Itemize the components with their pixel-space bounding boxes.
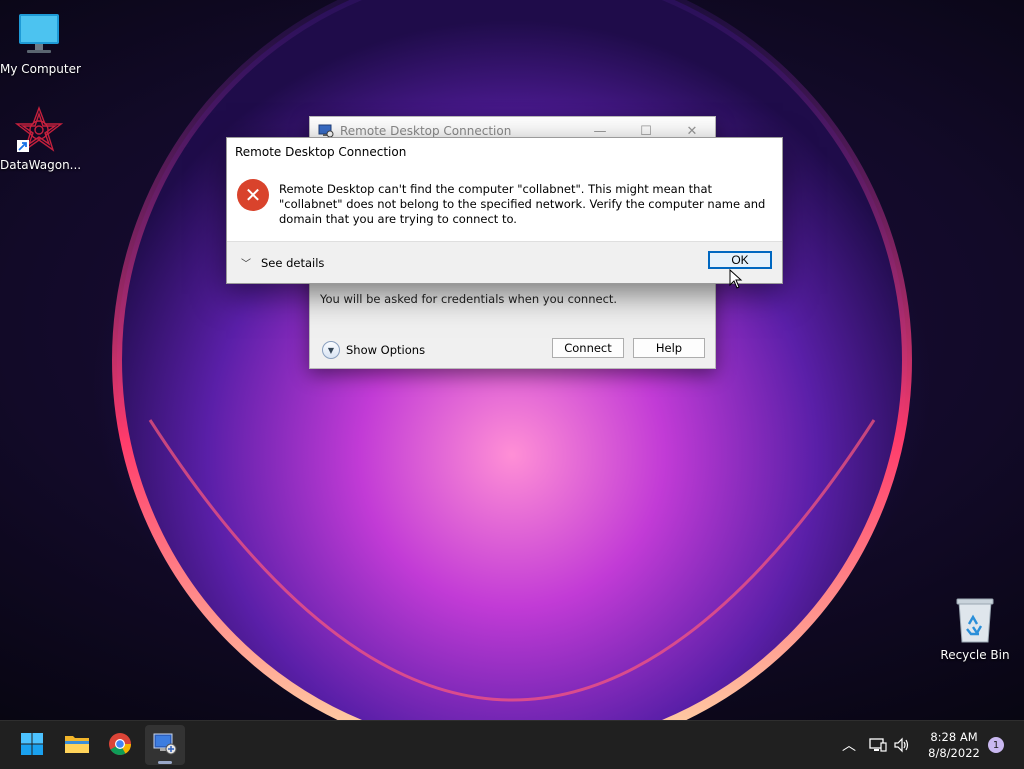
desktop-icon-datawagon[interactable]: DataWagon... [0, 106, 82, 172]
show-options-label: Show Options [346, 343, 426, 357]
help-button[interactable]: Help [633, 338, 705, 358]
error-dialog[interactable]: Remote Desktop Connection ✕ Remote Deskt… [226, 137, 783, 284]
chevron-down-icon: ﹀ [241, 259, 251, 270]
clock-time: 8:28 AM [930, 730, 978, 744]
chevron-down-icon: ▼ [322, 341, 340, 359]
desktop-icon-label: DataWagon... [0, 158, 82, 172]
datawagon-icon [14, 106, 64, 154]
window-title: Remote Desktop Connection [340, 124, 512, 138]
start-button[interactable] [12, 725, 52, 765]
show-options-toggle[interactable]: ▼ Show Options [322, 341, 425, 359]
taskbar-remote-desktop[interactable] [145, 725, 185, 765]
credentials-note: You will be asked for credentials when y… [320, 292, 618, 306]
network-icon[interactable] [869, 721, 887, 769]
recycle-bin-icon [951, 596, 999, 644]
taskbar: ︿ 8:28 AM 8/8/2022 1 [0, 720, 1024, 769]
ok-button[interactable]: OK [708, 251, 772, 269]
taskbar-chrome[interactable] [100, 725, 140, 765]
desktop-icon-my-computer[interactable]: My Computer [0, 10, 81, 76]
dialog-footer: ﹀ See details OK [227, 241, 782, 283]
active-app-indicator [158, 761, 172, 764]
connect-button[interactable]: Connect [552, 338, 624, 358]
desktop-icon-label: My Computer [0, 62, 81, 76]
desktop-icon-recycle-bin[interactable]: Recycle Bin [936, 596, 1014, 662]
error-icon: ✕ [237, 179, 269, 211]
remote-desktop-icon [152, 732, 178, 759]
desktop-icon-label: Recycle Bin [940, 648, 1010, 662]
remote-desktop-icon [318, 124, 334, 138]
folder-icon [64, 733, 90, 758]
chrome-icon [108, 732, 132, 759]
see-details-label: See details [261, 255, 325, 270]
show-hidden-icons-button[interactable]: ︿ [842, 721, 856, 769]
see-details-toggle[interactable]: ﹀ See details [241, 255, 325, 271]
dialog-title: Remote Desktop Connection [235, 145, 407, 159]
notification-badge[interactable]: 1 [988, 737, 1004, 753]
mouse-cursor-icon [729, 268, 743, 292]
clock-date: 8/8/2022 [928, 746, 980, 760]
volume-icon[interactable] [893, 721, 911, 769]
error-message: Remote Desktop can't find the computer "… [279, 182, 766, 226]
monitor-icon [15, 10, 63, 58]
taskbar-file-explorer[interactable] [57, 725, 97, 765]
windows-start-icon [20, 732, 44, 759]
chevron-up-icon: ︿ [842, 738, 856, 754]
taskbar-clock[interactable]: 8:28 AM 8/8/2022 [920, 729, 988, 761]
